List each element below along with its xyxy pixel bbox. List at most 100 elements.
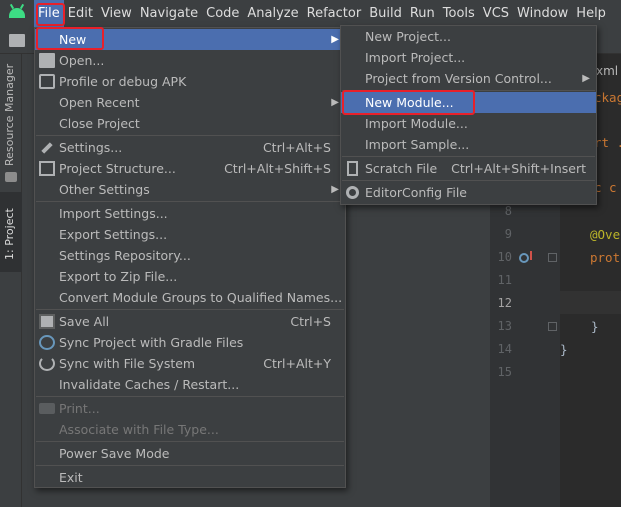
menu-item-import-project[interactable]: Import Project... [341, 47, 596, 68]
wrench-icon [41, 142, 53, 154]
menu-item-export-zip[interactable]: Export to Zip File... [35, 266, 345, 287]
menu-item-project-from-vcs[interactable]: Project from Version Control... ▶ [341, 68, 596, 89]
save-icon [39, 314, 55, 329]
override-gutter-icon[interactable] [519, 253, 529, 263]
menu-edit[interactable]: Edit [64, 0, 97, 28]
menu-separator [342, 180, 595, 181]
folder-icon [9, 34, 25, 47]
menu-item-shortcut: Ctrl+Alt+Shift+S [224, 161, 331, 176]
code-line: ckage [594, 90, 621, 105]
new-module-callout [342, 90, 475, 115]
menu-view[interactable]: View [97, 0, 136, 28]
menu-refactor[interactable]: Refactor [303, 0, 366, 28]
menu-item-label: Power Save Mode [59, 446, 170, 461]
menu-item-label: Open... [59, 53, 105, 68]
menu-run[interactable]: Run [406, 0, 439, 28]
line-number: 15 [497, 365, 512, 379]
code-brace: } [591, 319, 599, 334]
project-structure-icon [39, 161, 55, 176]
menu-item-scratch-file[interactable]: Scratch File Ctrl+Alt+Shift+Insert [341, 158, 596, 179]
menu-item-invalidate-caches[interactable]: Invalidate Caches / Restart... [35, 374, 345, 395]
menu-item-open[interactable]: Open... [35, 50, 345, 71]
code-line: c c [594, 180, 617, 195]
menu-item-label: Settings... [59, 140, 123, 155]
menu-item-settings-repository[interactable]: Settings Repository... [35, 245, 345, 266]
menu-separator [36, 396, 344, 397]
menu-item-label: Invalidate Caches / Restart... [59, 377, 240, 392]
menu-item-export-settings[interactable]: Export Settings... [35, 224, 345, 245]
menu-item-label: Profile or debug APK [59, 74, 187, 89]
menu-item-settings[interactable]: Settings... Ctrl+Alt+S [35, 137, 345, 158]
menu-vcs[interactable]: VCS [479, 0, 513, 28]
menu-item-shortcut: Ctrl+Alt+Shift+Insert [451, 161, 586, 176]
menu-item-close-project[interactable]: Close Project [35, 113, 345, 134]
menu-item-associate-file-type[interactable]: Associate with File Type... [35, 419, 345, 440]
line-number: 13 [497, 319, 512, 333]
file-menu-callout [36, 3, 65, 26]
menu-separator [36, 465, 344, 466]
menu-item-project-structure[interactable]: Project Structure... Ctrl+Alt+Shift+S [35, 158, 345, 179]
menu-item-exit[interactable]: Exit [35, 467, 345, 488]
menu-item-label: Project from Version Control... [365, 71, 552, 86]
menu-build[interactable]: Build [365, 0, 406, 28]
menu-item-profile-apk[interactable]: Profile or debug APK [35, 71, 345, 92]
refresh-icon [39, 356, 55, 371]
menu-tools[interactable]: Tools [439, 0, 479, 28]
menu-item-sync-filesystem[interactable]: Sync with File System Ctrl+Alt+Y [35, 353, 345, 374]
print-icon [39, 403, 55, 414]
code-keyword: prot [590, 250, 621, 265]
file-menu-dropdown: New ▶ Open... Profile or debug APK Open … [34, 27, 346, 488]
submenu-arrow-icon: ▶ [331, 97, 339, 108]
menu-separator [342, 156, 595, 157]
submenu-arrow-icon: ▶ [331, 184, 339, 195]
fold-marker-icon[interactable] [548, 253, 557, 262]
menu-item-label: Settings Repository... [59, 248, 191, 263]
tool-tab-project[interactable]: 1: Project [0, 192, 22, 272]
tool-tab-project-label: 1: Project [3, 208, 16, 260]
menu-item-import-sample[interactable]: Import Sample... [341, 134, 596, 155]
code-line: rt . [594, 135, 621, 150]
line-number: 11 [497, 273, 512, 287]
menu-help[interactable]: Help [572, 0, 610, 28]
menu-item-label: New Project... [365, 29, 451, 44]
submenu-arrow-icon: ▶ [582, 73, 590, 84]
gear-icon [346, 186, 359, 199]
menu-item-other-settings[interactable]: Other Settings ▶ [35, 179, 345, 200]
menu-navigate[interactable]: Navigate [136, 0, 202, 28]
folder-open-icon [39, 53, 55, 68]
menu-item-new-project[interactable]: New Project... [341, 26, 596, 47]
menu-item-editorconfig[interactable]: EditorConfig File [341, 182, 596, 203]
menu-item-convert-module-groups[interactable]: Convert Module Groups to Qualified Names… [35, 287, 345, 308]
menu-item-label: Associate with File Type... [59, 422, 219, 437]
tool-tab-resource-manager-label: Resource Manager [3, 63, 16, 166]
menu-item-import-module[interactable]: Import Module... [341, 113, 596, 134]
line-number: 14 [497, 342, 512, 356]
menu-item-label: Sync with File System [59, 356, 196, 371]
menu-item-label: Import Module... [365, 116, 468, 131]
menu-item-import-settings[interactable]: Import Settings... [35, 203, 345, 224]
menu-item-label: Import Settings... [59, 206, 168, 221]
menu-item-save-all[interactable]: Save All Ctrl+S [35, 311, 345, 332]
menu-item-label: Project Structure... [59, 161, 176, 176]
menu-item-sync-gradle[interactable]: Sync Project with Gradle Files [35, 332, 345, 353]
menu-separator [36, 309, 344, 310]
line-number: 10 [497, 250, 512, 264]
line-number: 9 [504, 227, 512, 241]
editor-tab-fragment[interactable]: xml [596, 64, 618, 78]
menu-code[interactable]: Code [202, 0, 243, 28]
menu-item-print[interactable]: Print... [35, 398, 345, 419]
tool-tab-resource-manager[interactable]: Resource Manager [2, 54, 20, 172]
menu-window[interactable]: Window [513, 0, 572, 28]
menu-analyze[interactable]: Analyze [243, 0, 302, 28]
fold-marker-icon[interactable] [548, 322, 557, 331]
menu-item-power-save[interactable]: Power Save Mode [35, 443, 345, 464]
line-number: 8 [504, 204, 512, 218]
new-item-callout [36, 27, 104, 50]
menu-item-shortcut: Ctrl+Alt+S [262, 140, 331, 155]
menu-item-label: Export Settings... [59, 227, 168, 242]
resource-manager-icon [5, 172, 17, 182]
menu-separator [36, 135, 344, 136]
menu-item-label: Other Settings [59, 182, 150, 197]
menu-bar: File Edit View Navigate Code Analyze Ref… [0, 0, 621, 28]
menu-item-open-recent[interactable]: Open Recent ▶ [35, 92, 345, 113]
